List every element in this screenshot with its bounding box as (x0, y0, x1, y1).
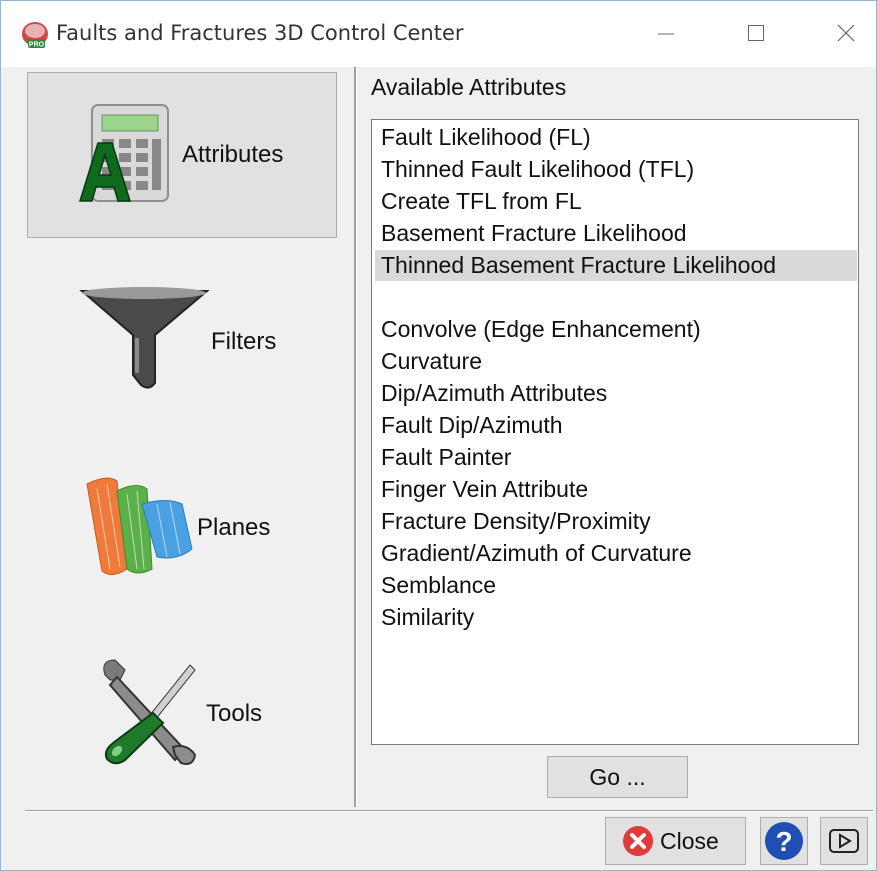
list-item[interactable]: Thinned Fault Likelihood (TFL) (375, 154, 857, 185)
help-glyph: ? (775, 826, 792, 857)
list-item[interactable]: Dip/Azimuth Attributes (375, 378, 857, 409)
available-attributes-header: Available Attributes (371, 74, 567, 100)
list-item[interactable]: Fault Dip/Azimuth (375, 410, 857, 441)
list-item[interactable]: Curvature (375, 346, 857, 377)
nav-panel: Attributes Filters Planes Tools (1, 67, 354, 809)
nav-label-planes: Planes (197, 514, 271, 541)
minimize-icon (658, 33, 674, 35)
list-item[interactable]: Convolve (Edge Enhancement) (375, 314, 857, 345)
close-button-label: Close (660, 827, 719, 854)
list-item[interactable]: Semblance (375, 570, 857, 601)
planes-icon (86, 477, 193, 575)
close-icon (837, 24, 855, 42)
nav-label-attributes: Attributes (182, 141, 284, 168)
nav-label-filters: Filters (211, 328, 277, 355)
nav-label-tools: Tools (206, 700, 263, 727)
panel-divider (354, 67, 357, 807)
help-button[interactable]: ? (760, 817, 808, 865)
nav-item-tools[interactable]: Tools (27, 630, 337, 796)
list-item[interactable]: Similarity (375, 602, 857, 633)
app-logo-icon: PRO (22, 22, 48, 49)
minimize-button[interactable] (646, 15, 686, 51)
maximize-button[interactable] (736, 15, 776, 51)
nav-item-attributes[interactable]: Attributes (27, 72, 337, 238)
video-tutorial-button[interactable] (820, 817, 868, 865)
tools-icon (103, 659, 197, 765)
play-icon (829, 829, 859, 853)
control-center-window: PRO Faults and Fractures 3D Control Cent… (0, 0, 877, 871)
footer-divider (25, 810, 873, 812)
list-item[interactable]: Gradient/Azimuth of Curvature (375, 538, 857, 569)
attributes-listbox[interactable]: Fault Likelihood (FL) Thinned Fault Like… (371, 119, 859, 745)
title-bar[interactable]: PRO Faults and Fractures 3D Control Cent… (1, 1, 876, 67)
list-item[interactable]: Fracture Density/Proximity (375, 506, 857, 537)
list-item-selected[interactable]: Thinned Basement Fracture Likelihood (375, 250, 857, 281)
list-item-blank[interactable] (375, 282, 857, 313)
list-item[interactable]: Finger Vein Attribute (375, 474, 857, 505)
close-button[interactable]: Close (605, 817, 746, 865)
window-title: Faults and Fractures 3D Control Center (56, 21, 464, 45)
list-item[interactable]: Create TFL from FL (375, 186, 857, 217)
list-item[interactable]: Fault Painter (375, 442, 857, 473)
list-item[interactable]: Fault Likelihood (FL) (375, 122, 857, 153)
nav-item-planes[interactable]: Planes (27, 444, 337, 610)
go-button[interactable]: Go ... (547, 756, 688, 798)
list-item[interactable]: Basement Fracture Likelihood (375, 218, 857, 249)
funnel-icon (79, 287, 210, 389)
nav-item-filters[interactable]: Filters (27, 258, 337, 424)
help-icon: ? (765, 822, 803, 860)
close-x-icon (623, 826, 653, 856)
maximize-icon (748, 25, 764, 41)
calculator-icon (78, 104, 169, 202)
close-window-button[interactable] (826, 15, 866, 51)
app-logo-badge: PRO (29, 42, 45, 49)
